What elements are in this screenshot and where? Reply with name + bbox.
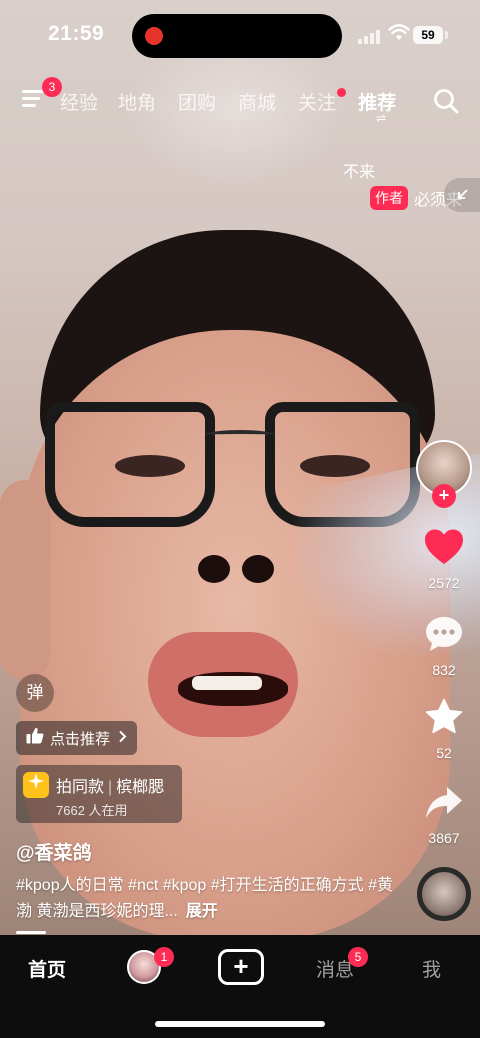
same-style-separator: |: [108, 779, 113, 796]
following-dot-badge: [337, 88, 347, 97]
video-nostril-right: [242, 555, 274, 583]
tab-local[interactable]: 地角: [118, 88, 156, 118]
search-icon[interactable]: [433, 88, 459, 114]
same-style-label: 拍同款: [56, 779, 105, 796]
chevron-right-icon: [118, 730, 127, 747]
video-teeth: [192, 676, 262, 690]
tab-mall[interactable]: 商城: [238, 88, 276, 118]
recommend-label: 点击推荐: [50, 730, 111, 748]
home-indicator[interactable]: [155, 1021, 325, 1027]
bottom-tab-bar: 首页 1 + 消息 5 我: [0, 935, 480, 1038]
messages-badge: 5: [348, 947, 368, 967]
top-tabs: 经验 地角 团购 商城 关注 推荐: [60, 88, 418, 118]
status-time: 21:59: [48, 22, 105, 45]
danmaku-toggle-button[interactable]: 弹: [16, 674, 54, 712]
top-nav: 3 经验 地角 团购 商城 关注 推荐 ⇌: [0, 77, 480, 124]
thumbs-up-icon: [26, 727, 44, 749]
dynamic-island: [132, 14, 342, 58]
swap-icon[interactable]: ⇌: [376, 112, 386, 124]
favorite-button[interactable]: 52: [412, 698, 476, 761]
like-button[interactable]: 2572: [412, 528, 476, 591]
share-arrow-icon: [426, 787, 462, 818]
video-nostril-left: [198, 555, 230, 583]
heart-icon: [425, 529, 463, 564]
tab-following-label: 关注: [298, 93, 337, 114]
tab-following[interactable]: 关注: [298, 88, 347, 118]
recording-dot-icon: [145, 27, 163, 45]
battery-icon: 59: [413, 26, 443, 44]
collapse-arrow-icon[interactable]: [444, 178, 480, 212]
video-glasses-left: [45, 402, 215, 527]
comment-count: 832: [432, 662, 456, 678]
comment-button[interactable]: 832: [412, 615, 476, 678]
menu-icon[interactable]: [22, 90, 44, 108]
author-tag: 作者: [370, 186, 408, 210]
video-caption[interactable]: #kpop人的日常 #nct #kpop #打开生活的正确方式 #黄渤 黄渤是西…: [16, 873, 396, 925]
share-button[interactable]: 3867: [412, 785, 476, 846]
battery-tip: [445, 31, 448, 39]
comment-icon: [426, 617, 462, 651]
friends-badge: 1: [154, 947, 174, 967]
video-ear: [0, 480, 50, 680]
cellular-signal-icon: [358, 28, 382, 44]
star-icon: [425, 698, 463, 734]
tab-group-buy[interactable]: 团购: [178, 88, 216, 118]
same-style-title: 拍同款 | 槟榔腮: [56, 773, 164, 797]
author-username[interactable]: @香菜鸽: [16, 838, 92, 865]
same-style-users: 7662 人在用: [56, 803, 128, 818]
menu-badge: 3: [42, 77, 62, 97]
status-bar: 21:59 59: [0, 0, 480, 70]
video-progress-bar[interactable]: [16, 931, 46, 934]
create-button[interactable]: +: [218, 949, 264, 985]
favorite-count: 52: [436, 745, 452, 761]
music-disc[interactable]: [417, 867, 471, 921]
tab-me[interactable]: 我: [422, 955, 441, 982]
tab-experience[interactable]: 经验: [60, 88, 98, 118]
same-style-card[interactable]: 拍同款 | 槟榔腮 7662 人在用: [16, 765, 182, 823]
same-style-name: 槟榔腮: [116, 779, 165, 796]
tab-home[interactable]: 首页: [28, 955, 66, 982]
recommend-button[interactable]: 点击推荐: [16, 721, 138, 755]
follow-button[interactable]: +: [432, 484, 456, 508]
expand-button[interactable]: 展开: [186, 903, 218, 920]
video-glasses-bridge: [205, 430, 275, 440]
like-count: 2572: [428, 575, 460, 591]
sparkle-icon: [23, 772, 49, 798]
wifi-icon: [388, 24, 410, 47]
danmaku-comment: 不来: [343, 164, 376, 181]
share-count: 3867: [428, 830, 460, 846]
